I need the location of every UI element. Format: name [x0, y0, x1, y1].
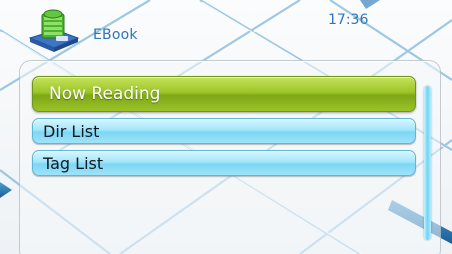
- menu-item-label: Now Reading: [49, 84, 161, 104]
- menu-item-label: Dir List: [43, 121, 100, 141]
- menu-item-dir-list[interactable]: Dir List: [32, 118, 416, 144]
- ebook-books-icon: [28, 9, 80, 52]
- clock-time: 17:36: [328, 12, 369, 28]
- menu-item-label: Tag List: [43, 153, 104, 173]
- ebook-screen: EBook 17:36 Now Reading Dir List Tag Lis…: [0, 0, 452, 254]
- menu-item-now-reading[interactable]: Now Reading: [32, 76, 416, 112]
- scrollbar[interactable]: [424, 86, 431, 240]
- menu-item-tag-list[interactable]: Tag List: [32, 150, 416, 176]
- app-title: EBook: [93, 27, 138, 43]
